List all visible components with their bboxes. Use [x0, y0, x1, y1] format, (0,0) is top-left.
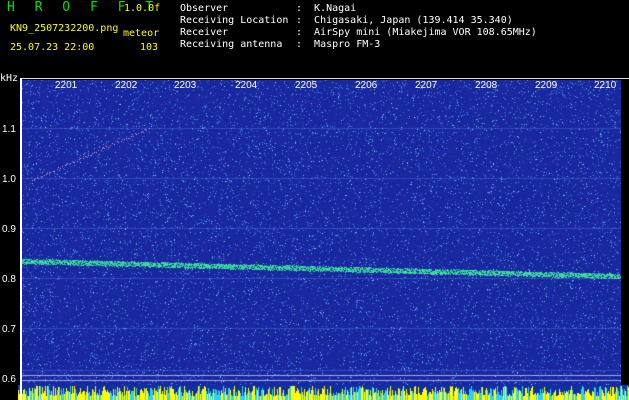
header-panel: H R O F F T 1.0.0f KN9_2507232200.png me…: [0, 0, 629, 74]
x-tick-label: 2205: [295, 80, 318, 91]
y-tick-label: 0.8: [2, 274, 16, 285]
info-label-receiver: Receiver: [180, 27, 229, 38]
filename-label: KN9_2507232200.png: [10, 23, 119, 34]
info-value-location: : Chigasaki, Japan (139.414 35.340): [296, 15, 513, 26]
x-tick-label: 2204: [235, 80, 258, 91]
y-axis-unit: kHz: [0, 73, 19, 84]
x-tick-label: 2206: [355, 80, 378, 91]
info-value-observer: : K.Nagai: [296, 3, 357, 14]
info-label-antenna: Receiving antenna: [180, 39, 283, 50]
y-tick-label: 0.7: [2, 324, 16, 335]
y-tick-label: 1.1: [2, 124, 16, 135]
info-label-location: Receiving Location: [180, 15, 289, 26]
x-tick-label: 2207: [415, 80, 438, 91]
datetime-label: 25.07.23 22:00: [10, 42, 95, 53]
x-tick-label: 2202: [115, 80, 138, 91]
y-tick-label: 1.0: [2, 174, 16, 185]
y-axis-line: [20, 78, 22, 400]
x-tick-label: 2203: [174, 80, 197, 91]
info-value-receiver: : AirSpy mini (Miakejima VOR 108.65MHz): [296, 27, 537, 38]
y-tick-label: 0.9: [2, 224, 16, 235]
plot-top-border: [20, 78, 629, 79]
info-value-antenna: : Maspro FM-3: [296, 39, 381, 50]
meteor-label: meteor: [123, 28, 160, 39]
signal-baseline-bar: [18, 385, 629, 400]
version-label: 1.0.0f: [124, 3, 161, 14]
x-tick-label: 2208: [475, 80, 498, 91]
x-tick-label: 2209: [535, 80, 558, 91]
x-tick-label: 2201: [55, 80, 78, 91]
meteor-count: 103: [140, 42, 159, 53]
info-label-observer: Observer: [180, 3, 229, 14]
spectrogram-canvas: [22, 80, 621, 385]
y-tick-label: 0.6: [2, 374, 16, 385]
x-tick-label: 2210: [594, 80, 617, 91]
